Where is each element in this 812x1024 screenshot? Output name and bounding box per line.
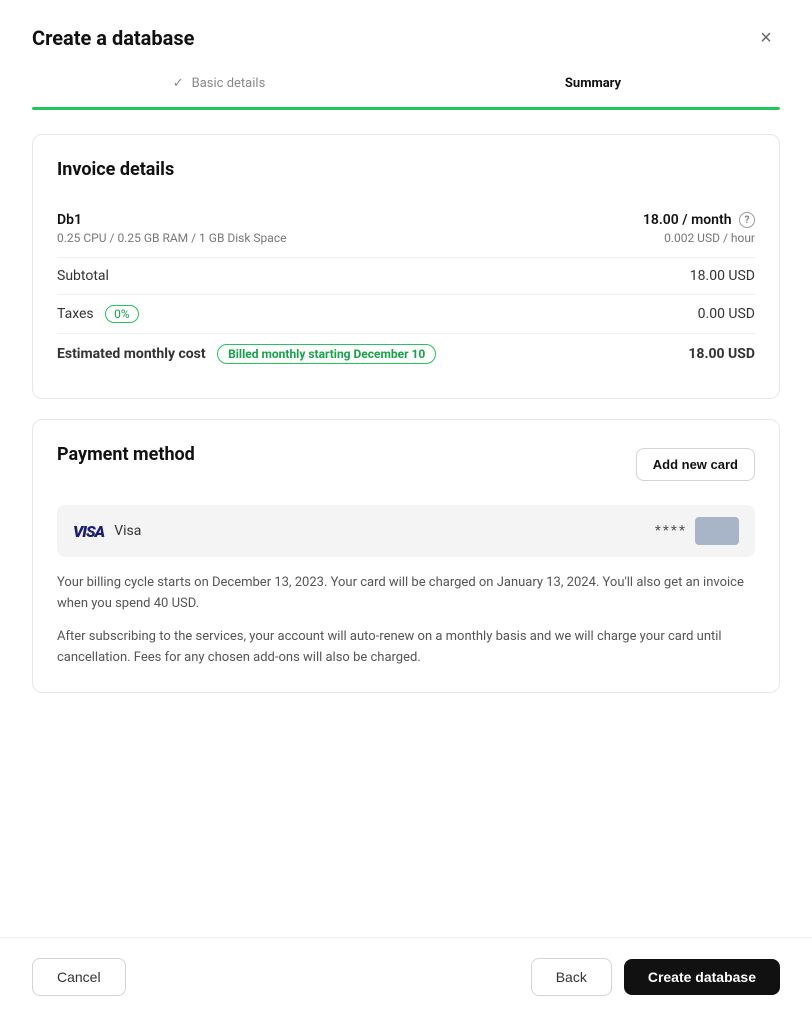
invoice-taxes-row: Taxes 0% 0.00 USD xyxy=(57,295,755,334)
monthly-cost-label: Estimated monthly cost Billed monthly st… xyxy=(57,344,436,364)
monthly-cost-value: 18.00 USD xyxy=(688,346,755,362)
invoice-db-row: Db1 0.25 CPU / 0.25 GB RAM / 1 GB Disk S… xyxy=(57,200,755,258)
step-basic-details-label: Basic details xyxy=(192,76,266,91)
visa-card-left: VISA Visa xyxy=(73,522,141,541)
dialog-content: Invoice details Db1 0.25 CPU / 0.25 GB R… xyxy=(0,110,812,937)
invoice-db-specs: 0.25 CPU / 0.25 GB RAM / 1 GB Disk Space xyxy=(57,231,286,245)
invoice-title: Invoice details xyxy=(57,159,755,180)
invoice-db-left: Db1 0.25 CPU / 0.25 GB RAM / 1 GB Disk S… xyxy=(57,212,286,245)
step-basic-details: ✓ Basic details xyxy=(32,68,406,99)
taxes-label: Taxes 0% xyxy=(57,305,139,323)
payment-header: Payment method Add new card xyxy=(57,444,755,485)
invoice-db-price-sub: 0.002 USD / hour xyxy=(643,231,755,245)
step-summary: Summary xyxy=(406,68,780,99)
close-button[interactable]: × xyxy=(752,24,780,52)
card-last4-block xyxy=(695,517,739,545)
billed-badge: Billed monthly starting December 10 xyxy=(217,344,436,364)
visa-card-right: **** xyxy=(655,517,739,545)
dialog-title: Create a database xyxy=(32,26,194,50)
visa-label: Visa xyxy=(114,523,141,539)
dialog-footer: Cancel Back Create database xyxy=(0,937,812,1024)
cancel-button[interactable]: Cancel xyxy=(32,958,126,996)
invoice-db-right: 18.00 / month ? 0.002 USD / hour xyxy=(643,212,755,245)
invoice-db-price: 18.00 / month ? xyxy=(643,212,755,228)
billing-note-2: After subscribing to the services, your … xyxy=(57,627,755,669)
subtotal-value: 18.00 USD xyxy=(690,268,755,284)
check-icon: ✓ xyxy=(173,76,184,91)
subtotal-label: Subtotal xyxy=(57,268,109,284)
stepper: ✓ Basic details Summary xyxy=(0,68,812,99)
visa-logo: VISA xyxy=(73,522,104,541)
step-summary-label: Summary xyxy=(565,76,621,91)
taxes-badge: 0% xyxy=(105,305,139,323)
card-dots: **** xyxy=(655,523,687,539)
add-card-button[interactable]: Add new card xyxy=(636,448,755,481)
create-database-button[interactable]: Create database xyxy=(624,959,780,995)
taxes-value: 0.00 USD xyxy=(698,306,755,322)
stepper-steps: ✓ Basic details Summary xyxy=(32,68,780,99)
create-database-dialog: Create a database × ✓ Basic details Summ… xyxy=(0,0,812,1024)
billing-note-1: Your billing cycle starts on December 13… xyxy=(57,573,755,615)
progress-bar-fill xyxy=(32,107,780,110)
progress-bar xyxy=(32,107,780,110)
info-icon[interactable]: ? xyxy=(739,212,755,228)
back-button[interactable]: Back xyxy=(531,958,612,996)
invoice-monthly-row: Estimated monthly cost Billed monthly st… xyxy=(57,334,755,374)
invoice-subtotal-row: Subtotal 18.00 USD xyxy=(57,258,755,295)
payment-title: Payment method xyxy=(57,444,195,465)
footer-left: Cancel xyxy=(32,958,126,996)
payment-card: Payment method Add new card VISA Visa **… xyxy=(32,419,780,693)
dialog-header: Create a database × xyxy=(0,0,812,68)
invoice-card: Invoice details Db1 0.25 CPU / 0.25 GB R… xyxy=(32,134,780,399)
visa-card-row: VISA Visa **** xyxy=(57,505,755,557)
invoice-db-name: Db1 xyxy=(57,212,286,228)
footer-right: Back Create database xyxy=(531,958,780,996)
